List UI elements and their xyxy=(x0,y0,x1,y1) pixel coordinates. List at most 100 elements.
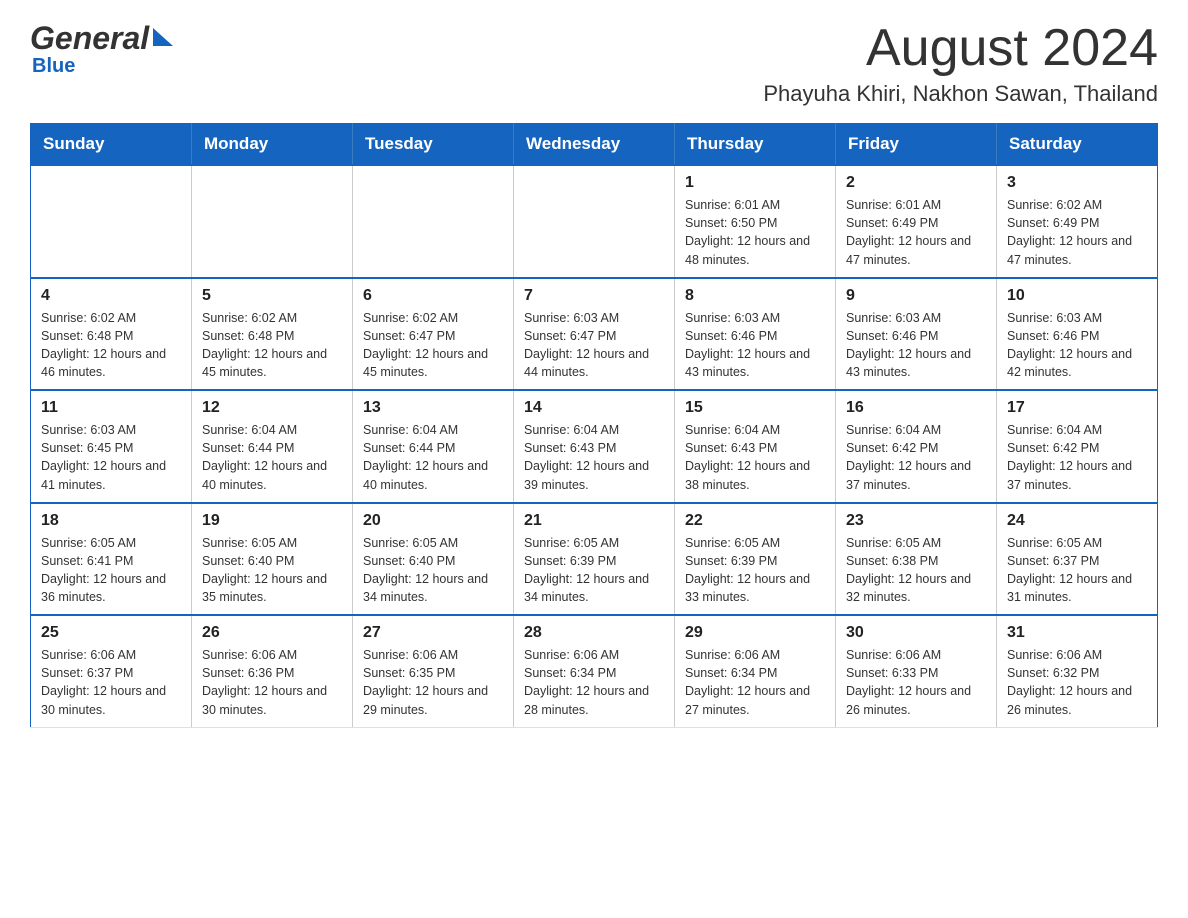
calendar-cell: 13 Sunrise: 6:04 AM Sunset: 6:44 PM Dayli… xyxy=(353,390,514,503)
day-info: Sunrise: 6:06 AM Sunset: 6:34 PM Dayligh… xyxy=(524,646,664,719)
calendar-cell: 30 Sunrise: 6:06 AM Sunset: 6:33 PM Dayli… xyxy=(836,615,997,727)
calendar-title: August 2024 xyxy=(763,20,1158,77)
day-info: Sunrise: 6:02 AM Sunset: 6:47 PM Dayligh… xyxy=(363,309,503,382)
day-number: 20 xyxy=(363,512,503,530)
day-header-wednesday: Wednesday xyxy=(514,124,675,166)
calendar-cell: 10Sunrise: 6:03 AM Sunset: 6:46 PM Dayli… xyxy=(997,278,1158,391)
calendar-cell xyxy=(353,165,514,278)
day-info: Sunrise: 6:06 AM Sunset: 6:32 PM Dayligh… xyxy=(1007,646,1147,719)
day-number: 28 xyxy=(524,624,664,642)
day-info: Sunrise: 6:03 AM Sunset: 6:47 PM Dayligh… xyxy=(524,309,664,382)
day-number: 26 xyxy=(202,624,342,642)
day-info: Sunrise: 6:02 AM Sunset: 6:48 PM Dayligh… xyxy=(41,309,181,382)
day-info: Sunrise: 6:05 AM Sunset: 6:41 PM Dayligh… xyxy=(41,534,181,607)
day-number: 19 xyxy=(202,512,342,530)
day-info: Sunrise: 6:04 AM Sunset: 6:44 PM Dayligh… xyxy=(363,421,503,494)
day-number: 31 xyxy=(1007,624,1147,642)
day-header-saturday: Saturday xyxy=(997,124,1158,166)
day-info: Sunrise: 6:04 AM Sunset: 6:44 PM Dayligh… xyxy=(202,421,342,494)
calendar-cell: 18 Sunrise: 6:05 AM Sunset: 6:41 PM Dayli… xyxy=(31,503,192,616)
day-info: Sunrise: 6:06 AM Sunset: 6:34 PM Dayligh… xyxy=(685,646,825,719)
day-info: Sunrise: 6:04 AM Sunset: 6:43 PM Dayligh… xyxy=(685,421,825,494)
day-info: Sunrise: 6:04 AM Sunset: 6:43 PM Dayligh… xyxy=(524,421,664,494)
calendar-cell: 2 Sunrise: 6:01 AM Sunset: 6:49 PM Daylig… xyxy=(836,165,997,278)
calendar-week-3: 11 Sunrise: 6:03 AM Sunset: 6:45 PM Dayli… xyxy=(31,390,1158,503)
calendar-cell: 11 Sunrise: 6:03 AM Sunset: 6:45 PM Dayli… xyxy=(31,390,192,503)
day-number: 30 xyxy=(846,624,986,642)
day-number: 8 xyxy=(685,287,825,305)
day-header-tuesday: Tuesday xyxy=(353,124,514,166)
calendar-week-4: 18 Sunrise: 6:05 AM Sunset: 6:41 PM Dayli… xyxy=(31,503,1158,616)
day-info: Sunrise: 6:05 AM Sunset: 6:39 PM Dayligh… xyxy=(524,534,664,607)
day-info: Sunrise: 6:05 AM Sunset: 6:40 PM Dayligh… xyxy=(363,534,503,607)
calendar-cell: 23 Sunrise: 6:05 AM Sunset: 6:38 PM Dayli… xyxy=(836,503,997,616)
calendar-subtitle: Phayuha Khiri, Nakhon Sawan, Thailand xyxy=(763,81,1158,107)
day-number: 17 xyxy=(1007,399,1147,417)
calendar-cell: 19Sunrise: 6:05 AM Sunset: 6:40 PM Dayli… xyxy=(192,503,353,616)
calendar-cell: 6 Sunrise: 6:02 AM Sunset: 6:47 PM Daylig… xyxy=(353,278,514,391)
day-number: 5 xyxy=(202,287,342,305)
day-number: 22 xyxy=(685,512,825,530)
day-number: 29 xyxy=(685,624,825,642)
day-header-monday: Monday xyxy=(192,124,353,166)
calendar-cell: 4 Sunrise: 6:02 AM Sunset: 6:48 PM Daylig… xyxy=(31,278,192,391)
calendar-cell: 29 Sunrise: 6:06 AM Sunset: 6:34 PM Dayli… xyxy=(675,615,836,727)
day-info: Sunrise: 6:04 AM Sunset: 6:42 PM Dayligh… xyxy=(846,421,986,494)
day-info: Sunrise: 6:03 AM Sunset: 6:45 PM Dayligh… xyxy=(41,421,181,494)
calendar-cell xyxy=(192,165,353,278)
calendar-cell: 24 Sunrise: 6:05 AM Sunset: 6:37 PM Dayli… xyxy=(997,503,1158,616)
calendar-header-row: SundayMondayTuesdayWednesdayThursdayFrid… xyxy=(31,124,1158,166)
day-number: 23 xyxy=(846,512,986,530)
logo-arrow-icon xyxy=(153,28,173,46)
day-number: 13 xyxy=(363,399,503,417)
day-number: 4 xyxy=(41,287,181,305)
calendar-cell: 12Sunrise: 6:04 AM Sunset: 6:44 PM Dayli… xyxy=(192,390,353,503)
day-number: 7 xyxy=(524,287,664,305)
day-number: 27 xyxy=(363,624,503,642)
day-info: Sunrise: 6:02 AM Sunset: 6:49 PM Dayligh… xyxy=(1007,196,1147,269)
day-number: 25 xyxy=(41,624,181,642)
calendar-cell: 15Sunrise: 6:04 AM Sunset: 6:43 PM Dayli… xyxy=(675,390,836,503)
day-info: Sunrise: 6:01 AM Sunset: 6:49 PM Dayligh… xyxy=(846,196,986,269)
day-info: Sunrise: 6:05 AM Sunset: 6:38 PM Dayligh… xyxy=(846,534,986,607)
day-number: 24 xyxy=(1007,512,1147,530)
calendar-cell: 17 Sunrise: 6:04 AM Sunset: 6:42 PM Dayli… xyxy=(997,390,1158,503)
day-number: 2 xyxy=(846,174,986,192)
calendar-cell: 20 Sunrise: 6:05 AM Sunset: 6:40 PM Dayli… xyxy=(353,503,514,616)
logo-blue-text: Blue xyxy=(32,55,75,78)
day-info: Sunrise: 6:04 AM Sunset: 6:42 PM Dayligh… xyxy=(1007,421,1147,494)
day-number: 11 xyxy=(41,399,181,417)
calendar-cell: 9 Sunrise: 6:03 AM Sunset: 6:46 PM Daylig… xyxy=(836,278,997,391)
calendar-cell: 7 Sunrise: 6:03 AM Sunset: 6:47 PM Daylig… xyxy=(514,278,675,391)
calendar-cell: 28 Sunrise: 6:06 AM Sunset: 6:34 PM Dayli… xyxy=(514,615,675,727)
day-info: Sunrise: 6:02 AM Sunset: 6:48 PM Dayligh… xyxy=(202,309,342,382)
day-number: 1 xyxy=(685,174,825,192)
day-info: Sunrise: 6:06 AM Sunset: 6:35 PM Dayligh… xyxy=(363,646,503,719)
day-info: Sunrise: 6:03 AM Sunset: 6:46 PM Dayligh… xyxy=(685,309,825,382)
day-number: 18 xyxy=(41,512,181,530)
day-header-thursday: Thursday xyxy=(675,124,836,166)
calendar-cell: 26 Sunrise: 6:06 AM Sunset: 6:36 PM Dayli… xyxy=(192,615,353,727)
calendar-cell: 3Sunrise: 6:02 AM Sunset: 6:49 PM Daylig… xyxy=(997,165,1158,278)
day-number: 9 xyxy=(846,287,986,305)
calendar-cell: 27 Sunrise: 6:06 AM Sunset: 6:35 PM Dayli… xyxy=(353,615,514,727)
calendar-cell: 14Sunrise: 6:04 AM Sunset: 6:43 PM Dayli… xyxy=(514,390,675,503)
logo-general-text: General xyxy=(30,20,149,57)
day-number: 21 xyxy=(524,512,664,530)
day-number: 6 xyxy=(363,287,503,305)
day-info: Sunrise: 6:05 AM Sunset: 6:37 PM Dayligh… xyxy=(1007,534,1147,607)
day-number: 16 xyxy=(846,399,986,417)
calendar-cell: 8 Sunrise: 6:03 AM Sunset: 6:46 PM Daylig… xyxy=(675,278,836,391)
calendar-cell: 31 Sunrise: 6:06 AM Sunset: 6:32 PM Dayli… xyxy=(997,615,1158,727)
calendar-week-5: 25Sunrise: 6:06 AM Sunset: 6:37 PM Dayli… xyxy=(31,615,1158,727)
calendar-week-1: 1Sunrise: 6:01 AM Sunset: 6:50 PM Daylig… xyxy=(31,165,1158,278)
calendar-cell: 22Sunrise: 6:05 AM Sunset: 6:39 PM Dayli… xyxy=(675,503,836,616)
page-header: General Blue August 2024 Phayuha Khiri, … xyxy=(30,20,1158,107)
day-info: Sunrise: 6:06 AM Sunset: 6:33 PM Dayligh… xyxy=(846,646,986,719)
calendar-cell: 25Sunrise: 6:06 AM Sunset: 6:37 PM Dayli… xyxy=(31,615,192,727)
day-info: Sunrise: 6:06 AM Sunset: 6:36 PM Dayligh… xyxy=(202,646,342,719)
day-header-friday: Friday xyxy=(836,124,997,166)
calendar-cell: 1Sunrise: 6:01 AM Sunset: 6:50 PM Daylig… xyxy=(675,165,836,278)
day-info: Sunrise: 6:03 AM Sunset: 6:46 PM Dayligh… xyxy=(846,309,986,382)
calendar-cell xyxy=(31,165,192,278)
